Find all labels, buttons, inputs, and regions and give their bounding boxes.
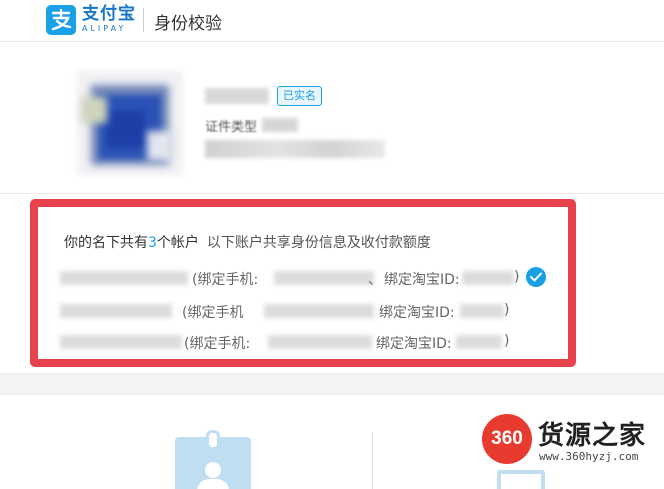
section-band (0, 373, 664, 395)
taobao-label: 绑定淘宝ID: (384, 272, 460, 288)
account-row[interactable]: (绑定手机: 绑定淘宝ID: ) (38, 331, 568, 353)
accounts-highlight-box: 你的名下共有3个帐户 以下账户共享身份信息及收付款额度 (绑定手机: 、 绑定淘宝… (30, 199, 576, 367)
top-header: 支付宝 ALIPAY 身份校验 (0, 0, 664, 42)
page-title: 身份校验 (154, 14, 222, 34)
watermark: 360 货源之家 www.360hyzj.com (478, 410, 664, 470)
row-close: ) (514, 269, 520, 285)
account-id-redacted (60, 304, 172, 318)
id-card-icon[interactable] (175, 430, 251, 489)
watermark-name: 货源之家 (538, 421, 647, 451)
taobao-id-redacted (456, 335, 502, 349)
account-row[interactable]: (绑定手机: 、 绑定淘宝ID: ) (38, 267, 568, 289)
header-divider (143, 8, 144, 32)
account-row[interactable]: (绑定手机 绑定淘宝ID: ) (38, 300, 568, 322)
selected-check-icon (526, 267, 546, 287)
account-name-redacted (205, 88, 269, 104)
phone-redacted (268, 335, 372, 349)
account-count: 3 (148, 235, 157, 251)
id-type-value-redacted (262, 118, 298, 132)
account-id-redacted (60, 335, 182, 349)
phone-redacted (274, 271, 374, 285)
brand-name-en: ALIPAY (82, 24, 127, 33)
alipay-logo-icon[interactable] (46, 5, 76, 35)
row-close: ) (504, 333, 510, 349)
phone-label: (绑定手机: (192, 272, 259, 288)
phone-label: (绑定手机: (184, 336, 251, 352)
option-divider (372, 432, 373, 489)
account-id-redacted (60, 271, 188, 285)
row-separator: 、 (368, 272, 382, 288)
summary-suffix: 个帐户 (156, 235, 199, 251)
verified-badge: 已实名 (277, 86, 322, 106)
phone-label: (绑定手机 (182, 305, 244, 321)
taobao-id-redacted (462, 271, 514, 285)
watermark-url: www.360hyzj.com (539, 450, 639, 463)
id-type-label: 证件类型 (205, 120, 258, 135)
brand-name-cn: 支付宝 (82, 4, 136, 24)
section-divider (0, 193, 664, 194)
taobao-id-redacted (460, 304, 504, 318)
taobao-label: 绑定淘宝ID: (376, 336, 452, 352)
watermark-logo: 360 (482, 414, 532, 464)
taobao-label: 绑定淘宝ID: (379, 305, 455, 321)
accounts-summary: 你的名下共有3个帐户 以下账户共享身份信息及收付款额度 (64, 232, 431, 252)
id-number-redacted (205, 140, 385, 158)
accounts-note: 以下账户共享身份信息及收付款额度 (206, 235, 431, 251)
avatar (77, 71, 183, 175)
phone-redacted (264, 304, 374, 318)
document-icon[interactable] (497, 470, 545, 489)
row-close: ) (504, 302, 510, 318)
alipay-brand[interactable]: 支付宝 ALIPAY (82, 5, 136, 34)
summary-prefix: 你的名下共有 (64, 235, 148, 251)
